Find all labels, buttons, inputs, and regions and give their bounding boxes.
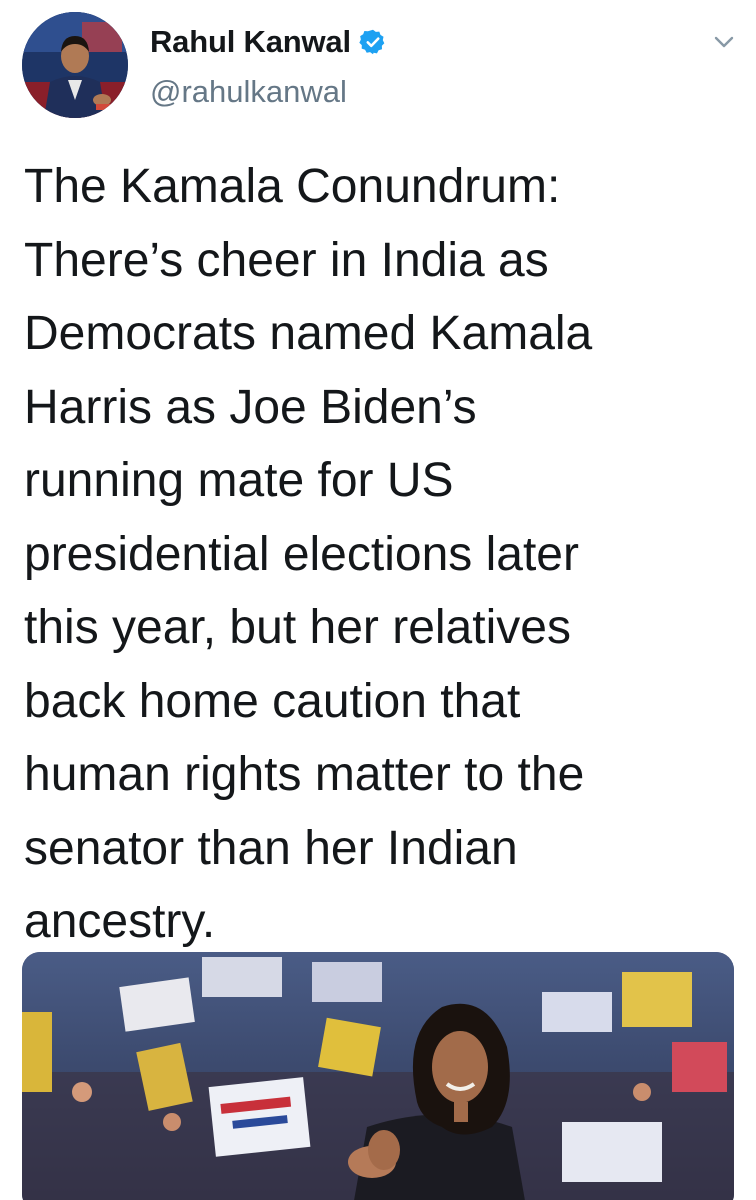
author-handle[interactable]: @rahulkanwal bbox=[150, 74, 347, 110]
tweet-media-photo[interactable] bbox=[22, 952, 734, 1200]
chevron-down-icon[interactable] bbox=[712, 30, 736, 54]
avatar[interactable] bbox=[22, 12, 128, 118]
verified-badge-icon bbox=[359, 28, 387, 56]
author-name-row: Rahul Kanwal bbox=[150, 24, 387, 60]
display-name[interactable]: Rahul Kanwal bbox=[150, 24, 351, 60]
avatar-image bbox=[22, 12, 128, 118]
photo-image bbox=[22, 952, 734, 1200]
tweet-text: The Kamala Conundrum: There’s cheer in I… bbox=[24, 160, 593, 948]
